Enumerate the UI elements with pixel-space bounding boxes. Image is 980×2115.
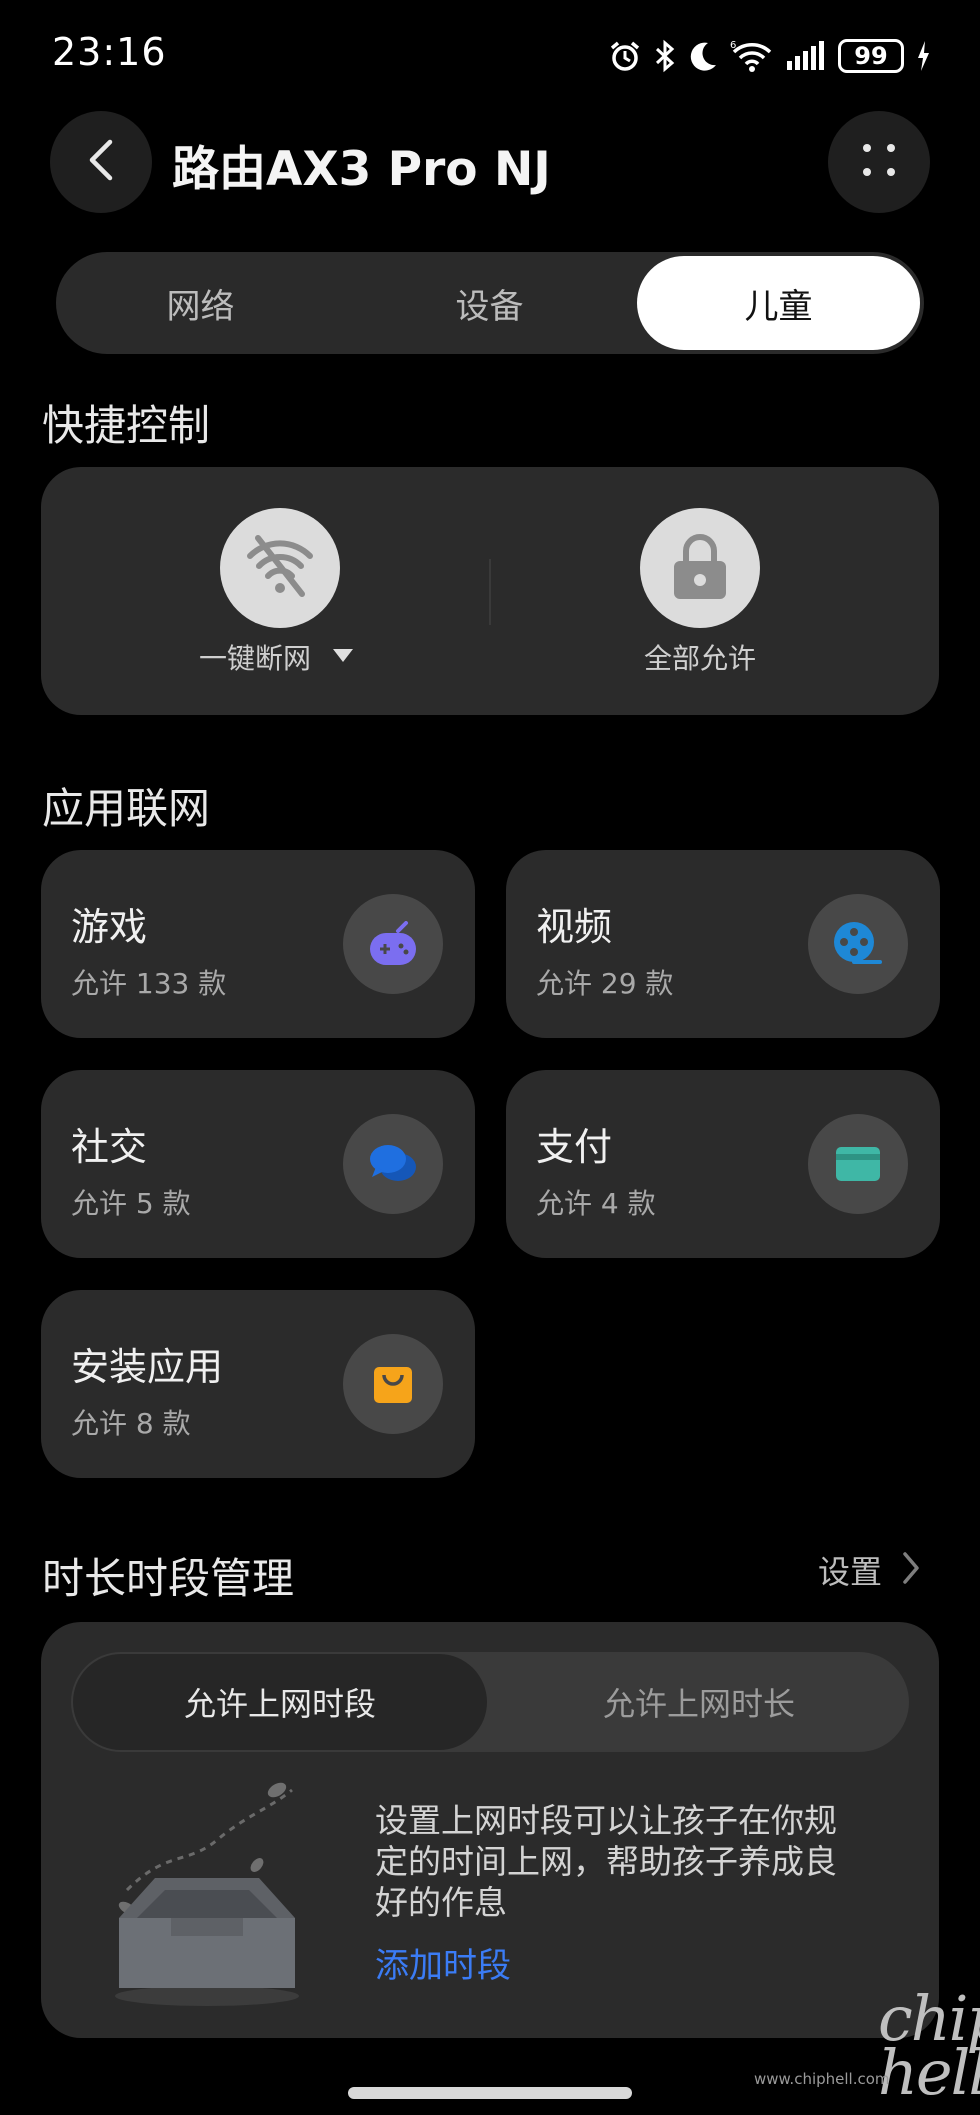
time-settings-link[interactable]: 设置 [818, 1547, 920, 1593]
tile-title: 视频 [536, 905, 613, 949]
description-line: 定的时间上网，帮助孩子养成良 [375, 1842, 837, 1881]
segmented-control: 允许上网时段 允许上网时长 [71, 1652, 909, 1752]
tile-subtitle: 允许 133 款 [71, 967, 227, 1000]
empty-tray-illustration [107, 1770, 307, 2014]
time-management-card: 允许上网时段 允许上网时长 设置上网时段可以让孩子在你规 定的时间上网，帮助孩子… [41, 1622, 939, 2038]
tab-bar: 网络 设备 儿童 [56, 252, 924, 354]
battery-indicator: 99 [838, 39, 904, 73]
svg-text:6: 6 [730, 40, 736, 51]
card-divider [489, 559, 491, 625]
app-tile-social[interactable]: 社交 允许 5 款 [41, 1070, 475, 1258]
bluetooth-icon [654, 39, 676, 73]
gamepad-icon [343, 894, 443, 994]
tile-title: 支付 [536, 1125, 613, 1169]
charging-icon [916, 40, 930, 72]
tile-title: 安装应用 [71, 1345, 224, 1389]
allow-all-label: 全部允许 [643, 642, 756, 675]
time-description: 设置上网时段可以让孩子在你规 定的时间上网，帮助孩子养成良 好的作息 [375, 1800, 895, 1923]
app-tile-video[interactable]: 视频 允许 29 款 [506, 850, 940, 1038]
quick-control-title: 快捷控制 [42, 401, 211, 450]
segment-duration[interactable]: 允许上网时长 [491, 1654, 907, 1750]
watermark-logo: chip hell [878, 1982, 980, 2109]
page-title: 路由AX3 Pro NJ [172, 142, 551, 197]
back-button[interactable] [50, 111, 152, 213]
wifi-off-icon [244, 534, 316, 602]
card-icon [808, 1114, 908, 1214]
disconnect-button[interactable] [220, 508, 340, 628]
tab-network[interactable]: 网络 [56, 252, 345, 354]
add-time-slot-link[interactable]: 添加时段 [375, 1938, 511, 1987]
shopping-bag-icon [343, 1334, 443, 1434]
allow-all-button[interactable] [640, 508, 760, 628]
tile-subtitle: 允许 5 款 [71, 1187, 191, 1220]
tab-devices[interactable]: 设备 [345, 252, 634, 354]
tile-subtitle: 允许 8 款 [71, 1407, 191, 1440]
status-icons: 6 99 [608, 36, 930, 76]
four-dots-icon [859, 140, 899, 184]
watermark-url: www.chiphell.com [754, 2070, 890, 2088]
disconnect-label: 一键断网 [199, 642, 312, 675]
app-tile-games[interactable]: 游戏 允许 133 款 [41, 850, 475, 1038]
lock-icon [672, 531, 728, 605]
app-network-title: 应用联网 [42, 784, 211, 833]
disconnect-label-row[interactable]: 一键断网 [199, 637, 354, 677]
tile-subtitle: 允许 29 款 [536, 967, 674, 1000]
time-management-title: 时长时段管理 [42, 1554, 295, 1603]
signal-icon [786, 41, 826, 71]
film-reel-icon [808, 894, 908, 994]
moon-icon [688, 39, 718, 73]
status-time: 23:16 [52, 30, 167, 74]
quick-control-card: 一键断网 全部允许 [41, 467, 939, 715]
alarm-icon [608, 39, 642, 73]
app-tile-payment[interactable]: 支付 允许 4 款 [506, 1070, 940, 1258]
chevron-right-icon [902, 1551, 920, 1589]
tile-title: 社交 [71, 1125, 148, 1169]
settings-link-label: 设置 [818, 1553, 883, 1591]
triangle-down-icon [333, 648, 354, 667]
wifi-icon: 6 [730, 39, 774, 73]
tab-children[interactable]: 儿童 [637, 256, 920, 350]
tile-subtitle: 允许 4 款 [536, 1187, 656, 1220]
chat-bubbles-icon [343, 1114, 443, 1214]
app-tile-install[interactable]: 安装应用 允许 8 款 [41, 1290, 475, 1478]
segment-time-slots[interactable]: 允许上网时段 [73, 1654, 487, 1750]
home-indicator[interactable] [348, 2087, 632, 2099]
description-line: 设置上网时段可以让孩子在你规 [375, 1801, 837, 1840]
description-line: 好的作息 [375, 1883, 507, 1922]
chevron-left-icon [86, 138, 116, 186]
tile-title: 游戏 [71, 905, 148, 949]
more-button[interactable] [828, 111, 930, 213]
